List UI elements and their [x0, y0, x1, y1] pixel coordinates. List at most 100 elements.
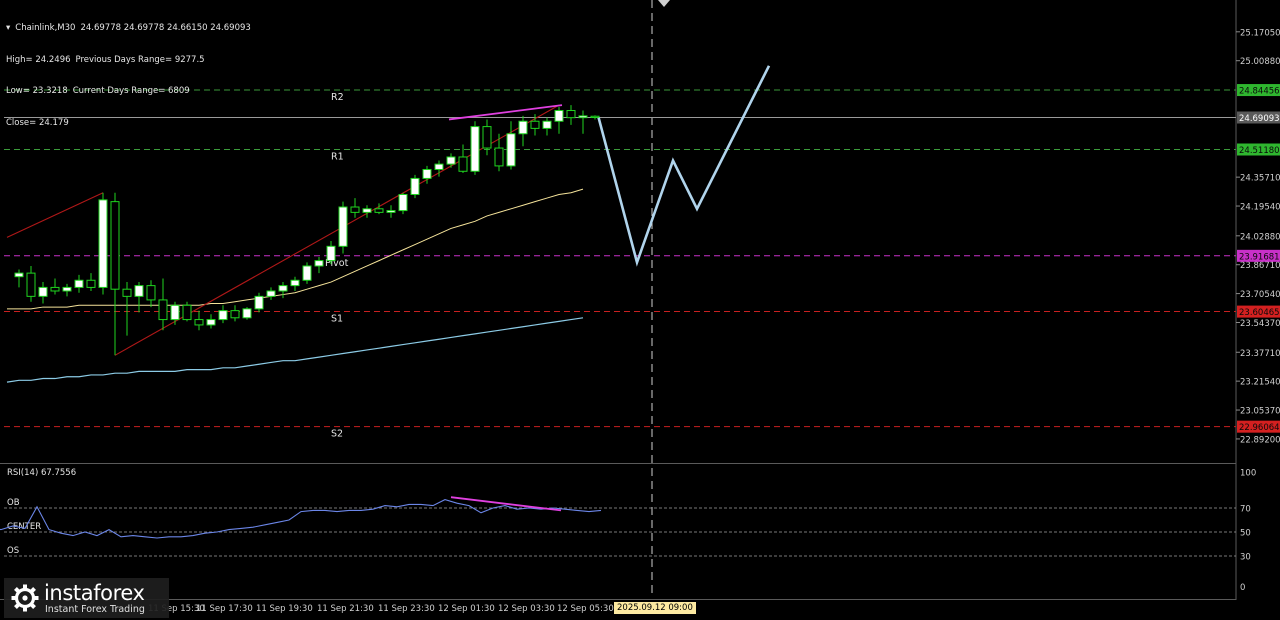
- candle: [266, 287, 276, 300]
- candle: [158, 278, 168, 331]
- price-tag-label: 23.60465: [1239, 308, 1280, 318]
- time-label: 11 Sep 21:30: [317, 604, 374, 614]
- candle: [398, 192, 408, 215]
- candle: [362, 205, 372, 218]
- candle-body: [278, 285, 288, 292]
- candle: [38, 282, 48, 304]
- price-tag-label: 22.96064: [1239, 423, 1280, 433]
- candle: [134, 282, 144, 313]
- candle-body: [146, 285, 156, 301]
- candle: [26, 265, 36, 302]
- candle-body: [182, 304, 192, 321]
- price-tick-label: 25.00880: [1240, 57, 1280, 67]
- candle-body: [362, 208, 372, 213]
- price-tag-label: 23.91681: [1239, 252, 1280, 262]
- candle: [446, 153, 456, 168]
- candle-body: [434, 163, 444, 170]
- pivot-levels: R2R1PivotS1S2: [4, 89, 1236, 440]
- candle-body: [122, 288, 132, 297]
- candle-body: [578, 115, 588, 119]
- candle: [62, 283, 72, 297]
- level-label-s2: S2: [331, 429, 343, 440]
- candle-body: [170, 304, 180, 321]
- price-tag-label: 24.69093: [1239, 114, 1280, 124]
- level-label-r2: R2: [331, 92, 344, 103]
- time-label: 12 Sep 03:30: [498, 604, 555, 614]
- candle-body: [350, 206, 360, 213]
- candle-body: [590, 115, 600, 118]
- time-label: 11 Sep 19:30: [256, 604, 313, 614]
- price-tag-label: 24.51180: [1239, 146, 1280, 156]
- rsi-level-label-ob: OB: [7, 498, 20, 508]
- symbol-info-panel: ▾ Chainlink,M30 24.69778 24.69778 24.66150…: [6, 2, 256, 139]
- logo-tagline: Instant Forex Trading: [45, 603, 145, 615]
- collapse-triangle-icon[interactable]: ▾: [6, 23, 10, 33]
- candle-body: [62, 286, 72, 292]
- rsi-level-label-center: CENTER: [7, 522, 41, 532]
- candle: [182, 301, 192, 322]
- candle-body: [494, 147, 504, 167]
- candle: [170, 301, 180, 325]
- candle-body: [554, 110, 564, 122]
- candle-body: [566, 110, 576, 119]
- price-tick-label: 24.02880: [1240, 232, 1280, 242]
- candle: [566, 105, 576, 125]
- rsi-scale-label: 100: [1240, 469, 1256, 479]
- price-tick-label: 23.54370: [1240, 319, 1280, 329]
- candle-body: [26, 272, 36, 297]
- candle: [326, 240, 336, 265]
- previous-range-value: Previous Days Range= 9277.5: [75, 54, 205, 65]
- candlestick-series[interactable]: [14, 105, 600, 356]
- candle-body: [98, 199, 108, 288]
- candle-body: [158, 299, 168, 321]
- candle-body: [50, 286, 60, 292]
- candle: [470, 121, 480, 175]
- candle-body: [38, 286, 48, 297]
- candle: [554, 106, 564, 134]
- time-axis: 11 Sep 15:3011 Sep 17:30 11 Sep 19:30 11 S…: [148, 604, 614, 614]
- crosshair-time-badge: 2025.09.12 09:00: [614, 602, 696, 614]
- candle-body: [14, 272, 24, 278]
- candle: [146, 280, 156, 308]
- price-tag-label: 24.84456: [1239, 87, 1280, 97]
- candle-body: [302, 265, 312, 281]
- candle: [278, 282, 288, 299]
- candle-body: [530, 120, 540, 129]
- candle: [314, 257, 324, 274]
- candle: [350, 198, 360, 218]
- gear-logo-icon: [11, 584, 39, 612]
- candle-body: [506, 133, 516, 167]
- candle: [254, 292, 264, 313]
- candle-body: [518, 120, 528, 135]
- candle-body: [266, 290, 276, 297]
- candle-body: [194, 319, 204, 326]
- rsi-scale-label: 50: [1240, 529, 1251, 539]
- price-tick-label: 23.86710: [1240, 261, 1280, 271]
- level-label-s1: S1: [331, 314, 343, 325]
- candle-body: [482, 126, 492, 149]
- candle-body: [338, 206, 348, 247]
- time-label: 11 Sep 23:30: [378, 604, 435, 614]
- time-label: 12 Sep 05:30: [557, 604, 614, 614]
- candle: [194, 310, 204, 331]
- high-value: High= 24.2496: [6, 54, 71, 65]
- candle-body: [314, 260, 324, 267]
- candle-body: [86, 279, 96, 288]
- candle-body: [134, 285, 144, 297]
- candle: [302, 262, 312, 284]
- candle-body: [242, 308, 252, 319]
- candle: [506, 121, 516, 170]
- candle-body: [218, 310, 228, 321]
- price-tick-label: 24.19540: [1240, 203, 1280, 213]
- candle-body: [230, 310, 240, 319]
- shift-marker-icon: [658, 0, 670, 7]
- candle: [410, 174, 420, 199]
- candle: [542, 117, 552, 136]
- candle: [458, 144, 468, 174]
- price-tick-label: 24.35710: [1240, 174, 1280, 184]
- candle: [74, 274, 84, 293]
- price-tick-label: 23.70540: [1240, 290, 1280, 300]
- instaforex-logo: instaforex Instant Forex Trading: [4, 578, 169, 618]
- rsi-level-label-os: OS: [7, 546, 19, 556]
- symbol-label: Chainlink,M30: [15, 23, 76, 33]
